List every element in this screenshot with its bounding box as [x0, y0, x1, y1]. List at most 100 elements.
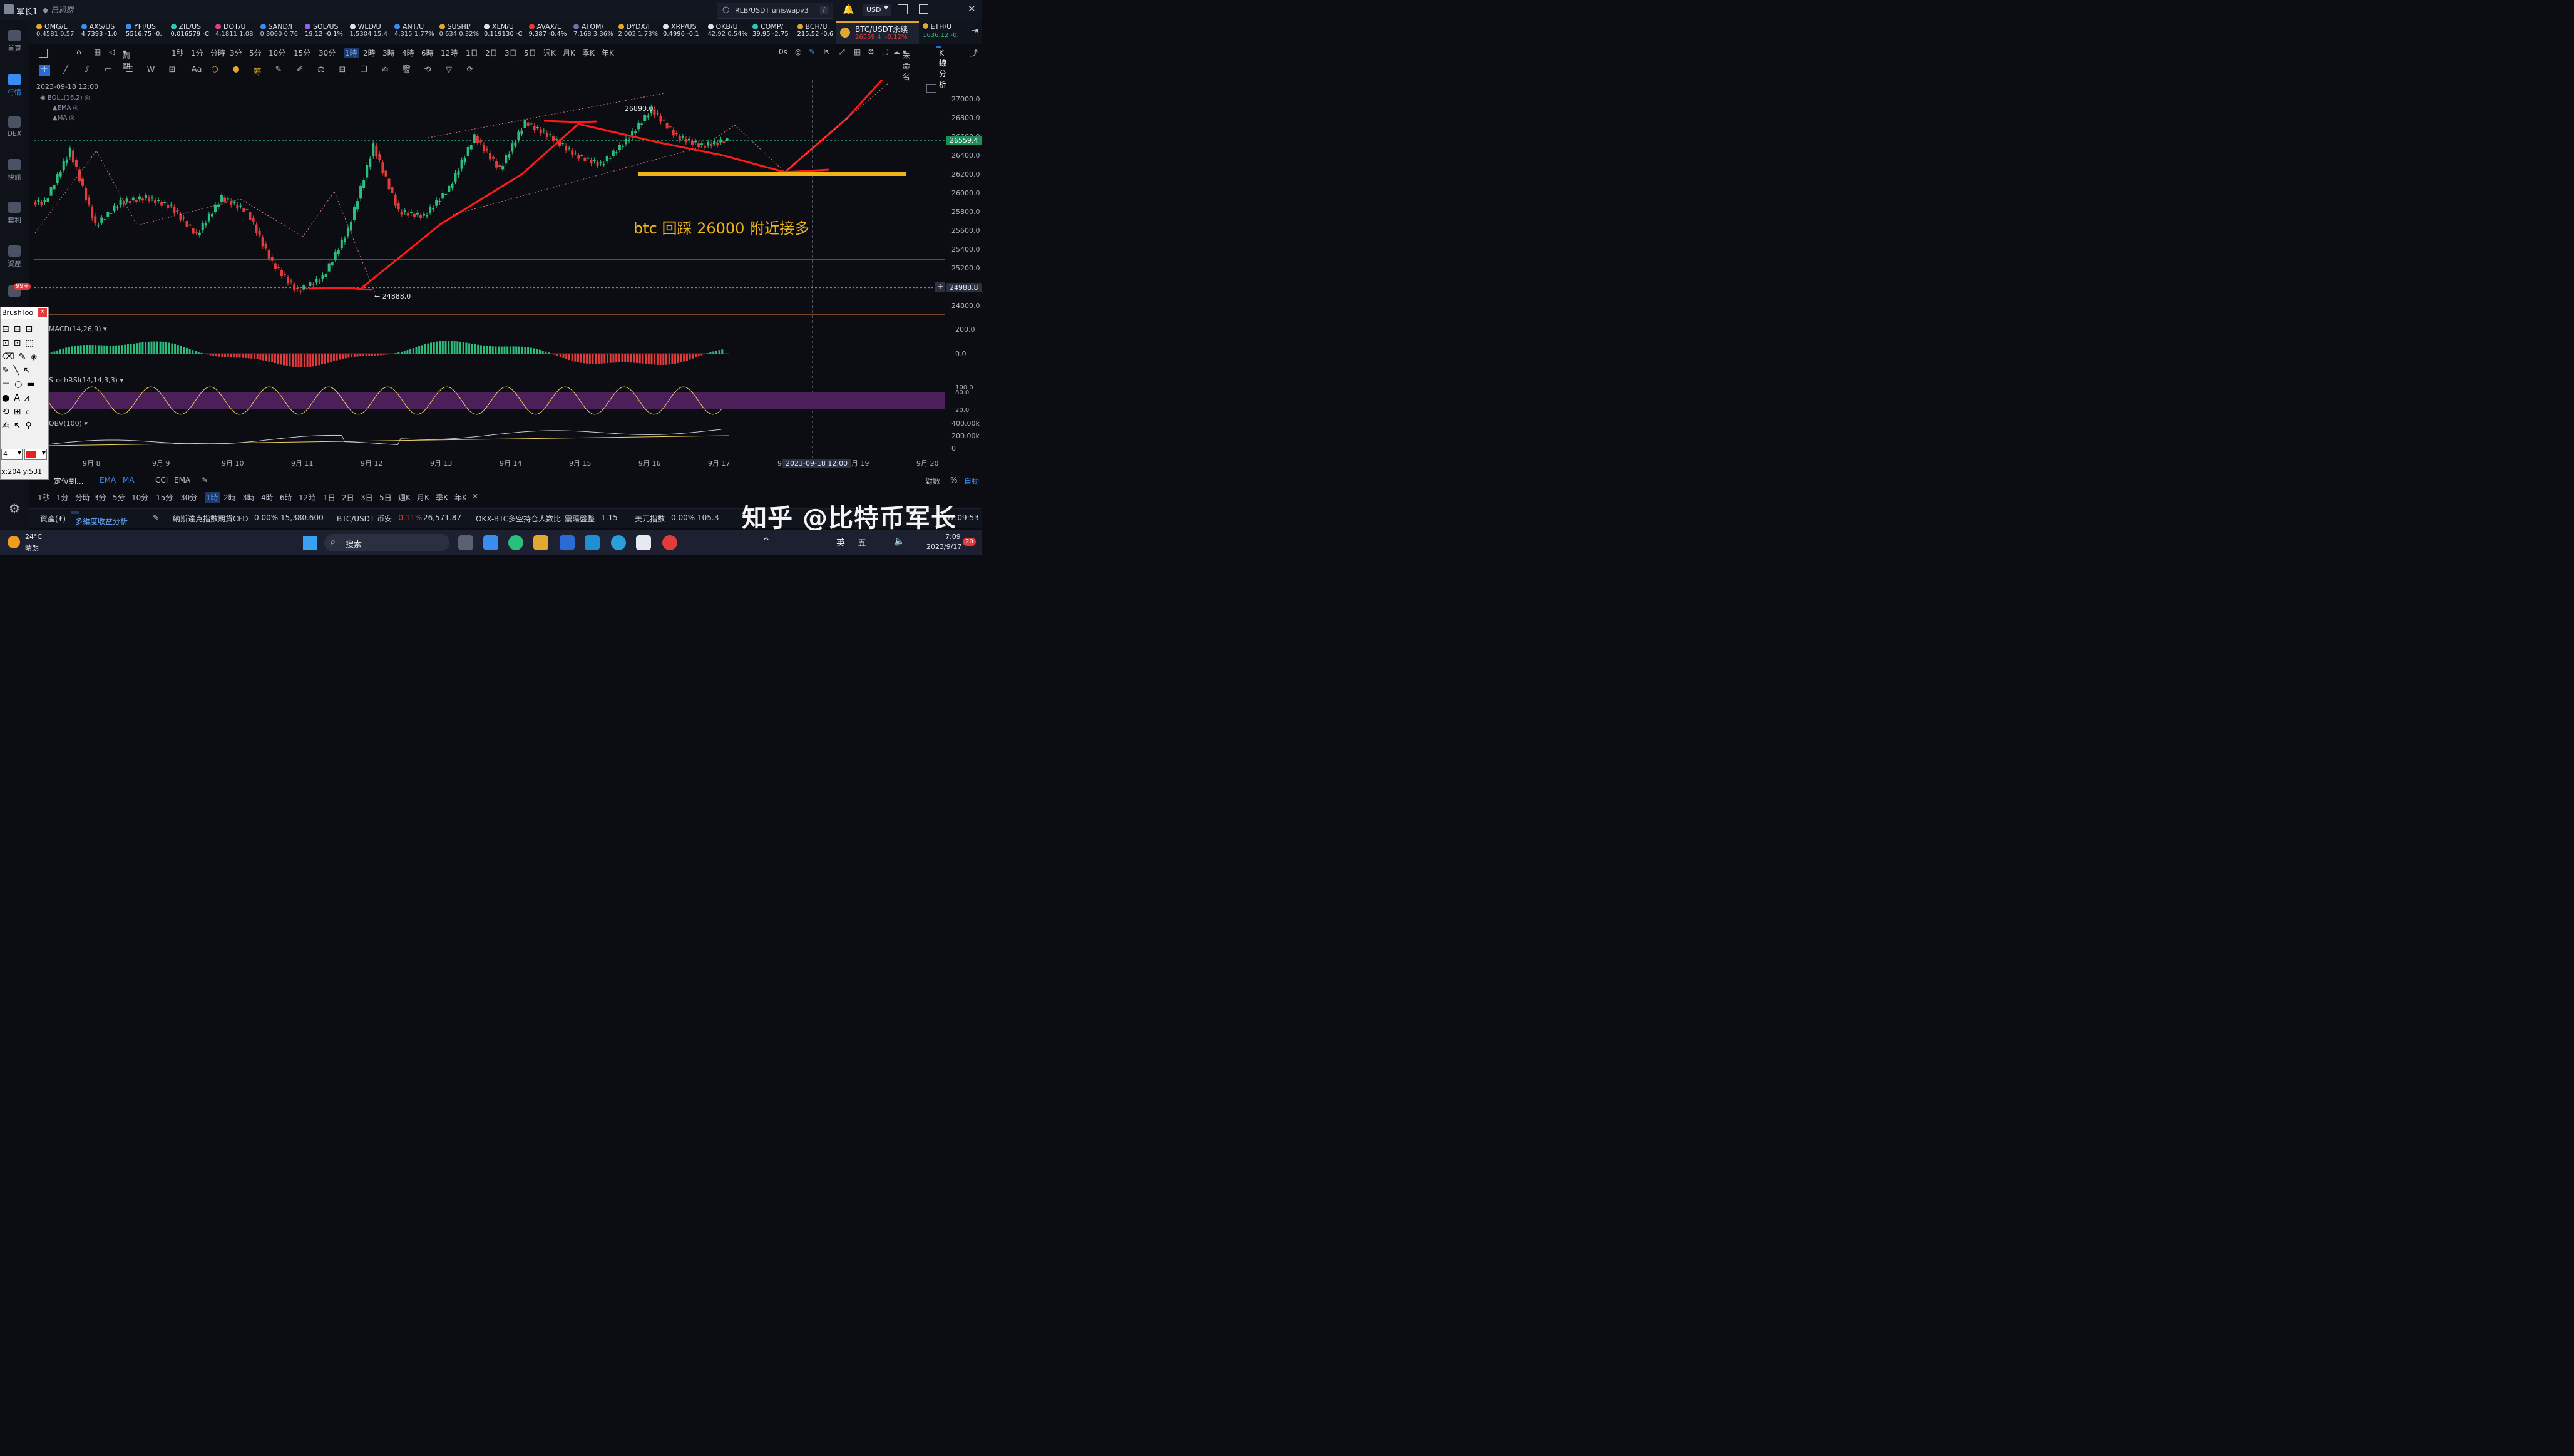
close-icon[interactable]: ✕ — [38, 308, 47, 317]
delete-tool-icon[interactable]: 🗑 — [401, 65, 412, 76]
ticker-item[interactable]: ZIL/US 0.016579 -C — [170, 23, 209, 38]
period-option[interactable]: 10分 — [269, 48, 285, 58]
ind-ema-button[interactable]: EMA — [100, 476, 116, 484]
scale-auto-button[interactable]: 自動 — [964, 476, 979, 486]
legend-ma[interactable]: ▲MA ◎ — [40, 113, 90, 123]
taskview-icon[interactable] — [458, 535, 473, 550]
search-input[interactable]: RLB/USDT uniswapv3 — [735, 6, 809, 14]
ticker-item[interactable]: OKB/U 42.92 0.54% — [707, 23, 747, 38]
period-option[interactable]: 6時 — [421, 48, 434, 58]
line-tool-icon[interactable]: ╱ — [60, 65, 71, 76]
stochrsi-label[interactable]: StochRSI(14,14,3,3) ▾ — [49, 376, 123, 384]
windows-start-icon[interactable] — [303, 536, 317, 550]
period-option[interactable]: 3時 — [242, 492, 255, 503]
chart-fullscreen-icon[interactable] — [926, 84, 936, 93]
sidebar-item-news[interactable]: 快訊 — [0, 159, 29, 182]
ticker-item[interactable]: ANT/U 4.315 1.77% — [394, 23, 434, 38]
period-option[interactable]: 年K — [602, 48, 614, 58]
ticker-item[interactable]: ATOM/7.168 3.36% — [573, 23, 613, 38]
locate-button[interactable]: 定位到... — [54, 476, 83, 486]
period-option[interactable]: 5分 — [249, 48, 262, 58]
lang-wubi[interactable]: 五 — [858, 536, 866, 549]
period-option[interactable]: 10分 — [131, 492, 148, 503]
period-option[interactable]: 週K — [543, 48, 556, 58]
ticker-item[interactable]: AXS/US 4.7393 -1.0 — [81, 23, 117, 38]
fib-tool-icon[interactable]: ☰ — [124, 65, 135, 76]
ticker-item[interactable]: AVAX/L 9.387 -0.4% — [528, 23, 567, 38]
period-option[interactable]: 4時 — [402, 48, 414, 58]
settings2-icon[interactable]: ⚙ — [868, 48, 874, 56]
share-icon[interactable]: ⤴ — [970, 48, 978, 58]
brush-row[interactable]: ✎╲↖ — [2, 364, 46, 377]
filter-tool-icon[interactable]: ▽ — [443, 65, 454, 76]
sidebar-item-dex[interactable]: DEX — [0, 116, 29, 138]
usd-label[interactable]: 美元指數 — [635, 513, 665, 524]
period-option[interactable]: 30分 — [180, 492, 197, 503]
chart-type-icon[interactable] — [39, 49, 48, 58]
sidebar-item-settings[interactable]: ⚙ — [0, 501, 29, 516]
taskbar-search[interactable]: ⌕ 搜索 — [324, 534, 449, 551]
lock-tool-icon[interactable]: ⊟ — [337, 65, 348, 76]
brush-tool-titlebar[interactable]: BrushTool ✕ — [1, 307, 48, 319]
period-option[interactable]: 2時 — [223, 492, 236, 503]
search-box[interactable]: ○ RLB/USDT uniswapv3 / — [717, 3, 833, 19]
text-tool-icon[interactable]: Aa — [188, 65, 205, 76]
edge-icon[interactable] — [508, 535, 523, 550]
obv-label[interactable]: OBV(100) ▾ — [49, 419, 88, 428]
brush-row[interactable]: ⊟⊟⊟ — [2, 322, 46, 336]
ticker-item[interactable]: DOT/U 4.1811 1.08 — [215, 23, 253, 38]
gann-tool-icon[interactable]: ⬢ — [230, 65, 242, 76]
ticker-item[interactable]: SAND/I 0.3060 0.76 — [260, 23, 298, 38]
ind-ma-button[interactable]: MA — [123, 476, 135, 484]
period-option[interactable]: 3日 — [361, 492, 373, 503]
period-option[interactable]: 1日 — [323, 492, 336, 503]
period-select[interactable]: 周期 ▾ — [123, 48, 130, 71]
cloud-save-button[interactable]: ☁ 未命名 ▾ — [893, 48, 910, 81]
volume-icon[interactable]: 🔈 — [894, 536, 905, 546]
period-option[interactable]: 5日 — [524, 48, 536, 58]
okx-label[interactable]: OKX-BTC多空持仓人数比 — [476, 513, 561, 524]
period-option[interactable]: 1時 — [344, 48, 359, 58]
period-option[interactable]: 週K — [398, 492, 411, 503]
sidebar-item-market[interactable]: 行情 — [0, 74, 29, 97]
crosshair-add-icon[interactable]: + — [935, 282, 945, 292]
layout-icon[interactable]: ▦ — [94, 48, 101, 56]
period-option[interactable]: 15分 — [156, 492, 173, 503]
eye-icon[interactable]: ◎ — [73, 105, 79, 111]
sidebar-item-arbitrage[interactable]: 套利 — [0, 202, 29, 225]
period-option[interactable]: 1秒 — [172, 48, 184, 58]
currency-select[interactable]: USD ▼ — [863, 4, 891, 16]
period-option[interactable]: 30分 — [319, 48, 336, 58]
highlighter-tool-icon[interactable]: ✐ — [294, 65, 305, 76]
magnet-tool-icon[interactable]: ⟲ — [422, 65, 433, 76]
edit-indicators-icon[interactable]: ✎ — [202, 476, 208, 484]
store-icon[interactable] — [483, 535, 498, 550]
brush-row[interactable]: ✍↖⚲ — [2, 419, 46, 433]
period-option[interactable]: 4時 — [261, 492, 274, 503]
period-option[interactable]: 年K — [454, 492, 467, 503]
bell-icon[interactable]: 🔔 — [843, 4, 854, 15]
brush-row[interactable]: ⟲⊞⌕ — [2, 405, 46, 419]
ticker-item[interactable]: DYDX/I 2.002 1.73% — [618, 23, 658, 38]
close-window-icon[interactable]: ✕ — [968, 3, 976, 14]
period-option[interactable]: 3日 — [505, 48, 517, 58]
ind-ema2-button[interactable]: EMA — [174, 476, 190, 484]
pattern-tool-icon[interactable]: ⬡ — [209, 65, 220, 76]
tray-up-icon[interactable]: ^ — [762, 536, 770, 546]
brush-row[interactable]: ⌫✎◈ — [2, 350, 46, 364]
more-tabs-icon[interactable]: ⇥ — [972, 26, 978, 36]
sidebar-item-home[interactable]: 首頁 — [0, 30, 29, 53]
brush-row[interactable]: ▭○▬ — [2, 377, 46, 391]
brush-row[interactable]: ●A⩘ — [2, 391, 46, 405]
sidebar-item-messages[interactable]: 99+ — [0, 283, 31, 299]
parallel-tool-icon[interactable]: ⫽ — [81, 65, 93, 76]
scale-log-button[interactable]: 對數 — [925, 476, 940, 486]
ticker-item[interactable]: XLM/U 0.119130 -C — [484, 23, 522, 38]
grid-icon[interactable]: ▦ — [854, 48, 861, 56]
avatar[interactable] — [4, 4, 14, 14]
sidebar-item-assets[interactable]: 資產 — [0, 245, 29, 269]
period-option[interactable]: 5日 — [379, 492, 392, 503]
lang-en[interactable]: 英 — [836, 536, 845, 549]
eye-icon[interactable]: ◎ — [69, 115, 74, 121]
period-option[interactable]: 1時 — [205, 492, 220, 503]
